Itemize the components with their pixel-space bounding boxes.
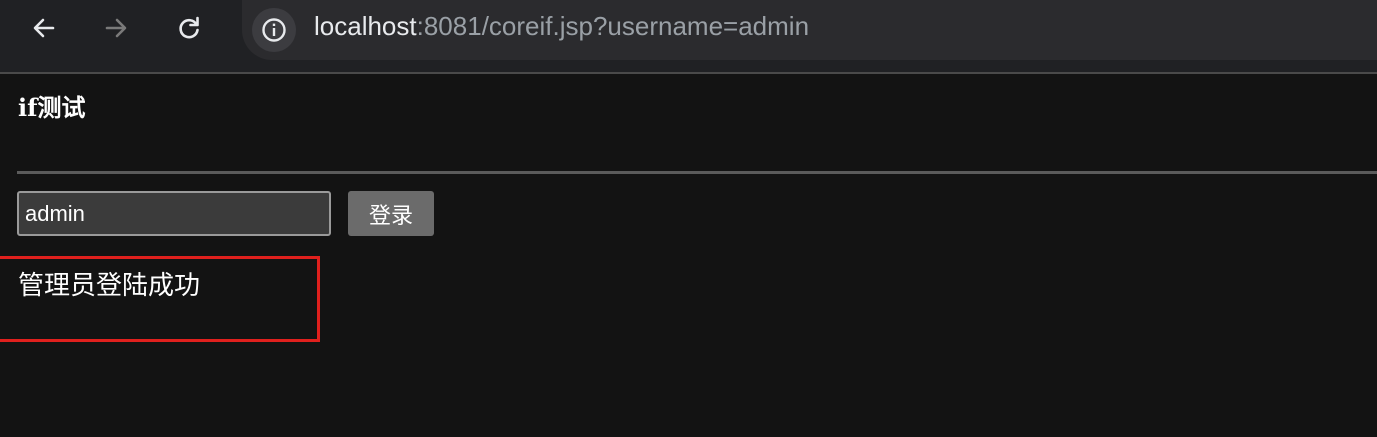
login-button[interactable]: 登录 [348, 191, 434, 236]
address-bar[interactable]: localhost:8081/coreif.jsp?username=admin [242, 0, 1377, 60]
forward-button[interactable] [96, 8, 136, 48]
back-button[interactable] [24, 8, 64, 48]
username-input[interactable] [17, 191, 331, 236]
url-path: :8081/coreif.jsp?username=admin [416, 11, 810, 41]
browser-toolbar: localhost:8081/coreif.jsp?username=admin [0, 0, 1377, 74]
login-result-message: 管理员登陆成功 [18, 271, 201, 301]
reload-button[interactable] [169, 8, 209, 48]
arrow-right-icon [105, 18, 127, 38]
arrow-left-icon [33, 18, 55, 38]
page-content: if测试 登录 管理员登陆成功 [0, 74, 1377, 437]
url-host: localhost [314, 11, 417, 41]
url-text[interactable]: localhost:8081/coreif.jsp?username=admin [314, 11, 809, 41]
page-title: if测试 [18, 93, 86, 122]
info-icon [262, 18, 286, 42]
reload-icon [179, 16, 199, 39]
site-info-button[interactable] [252, 8, 296, 52]
horizontal-rule [17, 171, 1377, 174]
